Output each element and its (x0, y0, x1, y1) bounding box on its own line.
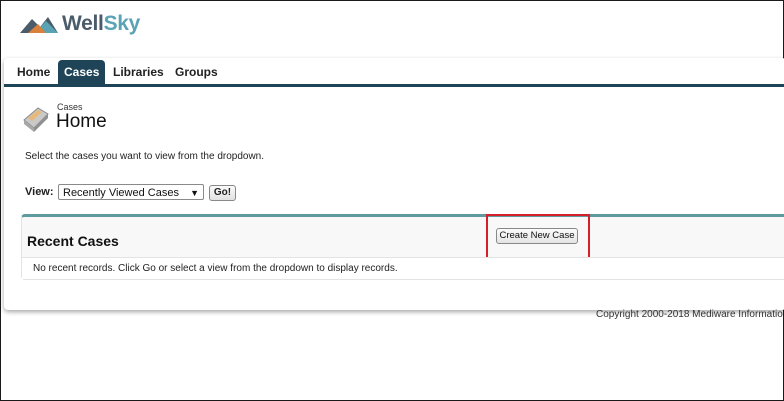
view-label: View: (25, 186, 54, 198)
tab-home[interactable]: Home (11, 60, 56, 84)
cases-icon (22, 104, 50, 137)
mountain-logo-icon (20, 17, 58, 33)
brand-name: WellSky (62, 12, 141, 35)
tab-libraries[interactable]: Libraries (107, 60, 170, 84)
dropdown-arrow-icon: ▼ (190, 188, 199, 198)
view-dropdown[interactable]: Recently Viewed Cases ▼ (58, 184, 204, 200)
tab-bar: Home Cases Libraries Groups (4, 58, 784, 87)
view-dropdown-value: Recently Viewed Cases (63, 187, 179, 199)
recent-cases-title: Recent Cases (27, 233, 119, 249)
instructions-text: Select the cases you want to view from t… (25, 151, 265, 162)
page-title: Home (56, 111, 107, 132)
tab-groups[interactable]: Groups (169, 60, 224, 84)
go-button[interactable]: Go! (209, 185, 236, 201)
copyright-text: Copyright 2000-2018 Mediware Informatio (596, 309, 783, 320)
empty-records-message: No recent records. Click Go or select a … (33, 263, 398, 274)
wellsky-logo[interactable]: WellSky (20, 10, 140, 38)
tab-cases[interactable]: Cases (58, 60, 106, 84)
